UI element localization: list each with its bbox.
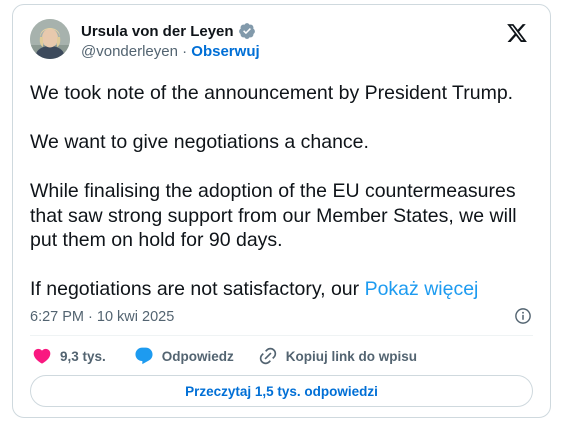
speech-bubble-icon (135, 347, 153, 365)
tweet-timestamp[interactable]: 6:27 PM · 10 kwi 2025 (30, 309, 174, 325)
tweet-card: Ursula von der Leyen @vonderleyen · Obse… (12, 4, 551, 418)
info-icon[interactable] (514, 307, 532, 325)
like-count: 9,3 tys. (60, 348, 106, 364)
handle-separator: · (177, 43, 192, 60)
tweet-paragraph: We want to give negotiations a chance. (30, 131, 369, 153)
divider (30, 335, 533, 336)
tweet-paragraph: While finalising the adoption of the EU … (30, 180, 517, 251)
author-handle[interactable]: @vonderleyen (81, 43, 178, 60)
copy-link-label: Kopiuj link do wpisu (285, 348, 418, 364)
tweet-text: We took note of the announcement by Pres… (30, 81, 535, 302)
tweet-paragraph: If negotiations are not satisfactory, ou… (30, 278, 365, 300)
read-replies-button[interactable]: Przeczytaj 1,5 tys. odpowiedzi (30, 375, 533, 407)
author-display-name[interactable]: Ursula von der Leyen (81, 23, 234, 40)
reply-button[interactable]: Odpowiedz (134, 346, 234, 366)
verified-badge-icon (238, 22, 256, 40)
x-logo-icon[interactable] (506, 22, 528, 44)
avatar[interactable] (30, 19, 70, 59)
heart-icon (33, 348, 51, 364)
tweet-paragraph: We took note of the announcement by Pres… (30, 82, 514, 104)
tweet-paragraph-truncated: If negotiations are not satisfactory, ou… (30, 277, 535, 302)
show-more-link[interactable]: Pokaż więcej (365, 278, 479, 300)
tweet-actions: 9,3 tys. Odpowiedz Kopiuj link do wpisu (32, 346, 417, 366)
follow-button[interactable]: Obserwuj (191, 43, 259, 60)
like-button[interactable]: 9,3 tys. (32, 346, 106, 366)
reply-label: Odpowiedz (161, 348, 234, 364)
author-header: Ursula von der Leyen @vonderleyen · Obse… (81, 21, 260, 61)
copy-link-button[interactable]: Kopiuj link do wpisu (258, 346, 417, 366)
link-icon (259, 347, 276, 365)
